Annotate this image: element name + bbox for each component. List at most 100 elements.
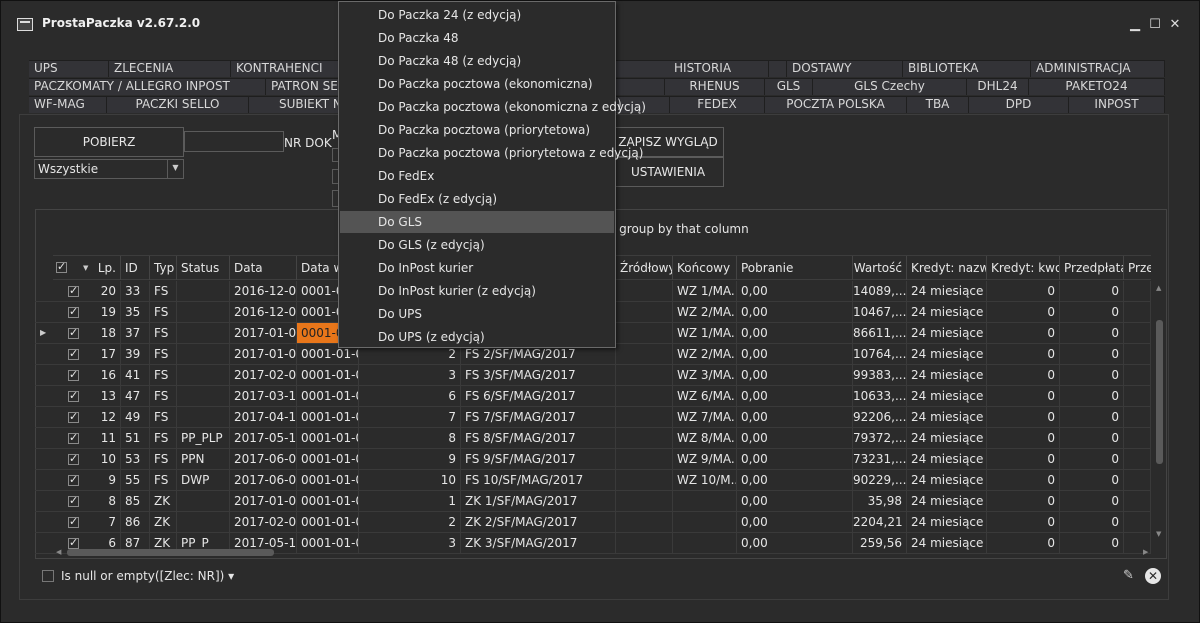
menu-item[interactable]: Do UPS — [340, 303, 614, 325]
cell-id[interactable]: 51 — [121, 428, 150, 448]
cell-pp[interactable]: 0 — [1060, 512, 1124, 532]
row-checkbox[interactable] — [68, 431, 79, 444]
menu-item[interactable]: Do FedEx (z edycją) — [340, 188, 614, 210]
cell-dok[interactable]: ZK 2/SF/MAG/2017 — [461, 512, 616, 532]
cell-kn[interactable]: 24 miesiące — [907, 470, 987, 490]
cell-wart[interactable]: 86611,... — [853, 323, 907, 343]
tab-dostawy[interactable]: DOSTAWY — [787, 60, 903, 77]
cell-id[interactable]: 49 — [121, 407, 150, 427]
cell-konc[interactable]: WZ 1/MA... — [673, 323, 737, 343]
cell-pobr[interactable]: 0,00 — [737, 491, 853, 511]
cell-pp[interactable]: 0 — [1060, 428, 1124, 448]
cell-lp[interactable]: 18 — [95, 323, 121, 343]
cell-dok[interactable]: ZK 1/SF/MAG/2017 — [461, 491, 616, 511]
cell-konc[interactable]: WZ 1/MA... — [673, 281, 737, 301]
minimize-button[interactable]: ▁ — [1127, 17, 1143, 33]
cell-pobr[interactable]: 0,00 — [737, 323, 853, 343]
cell-id[interactable]: 47 — [121, 386, 150, 406]
cell-nr[interactable]: 1 — [421, 491, 461, 511]
menu-item[interactable]: Do Paczka 48 (z edycją) — [340, 50, 614, 72]
horizontal-scrollbar[interactable]: ◀ ▶ — [53, 546, 1153, 558]
cell-id[interactable]: 33 — [121, 281, 150, 301]
cell-konc[interactable]: WZ 7/MA... — [673, 407, 737, 427]
cell-datawp[interactable]: 0001-01-01 — [297, 386, 359, 406]
cell-datawp[interactable]: 0001-01-01 — [297, 428, 359, 448]
cell-datawp[interactable]: 0001-01-01 — [297, 407, 359, 427]
tab-hidden-2[interactable] — [615, 78, 665, 95]
vertical-scroll-thumb[interactable] — [1156, 320, 1163, 464]
cell-kk[interactable]: 0 — [987, 428, 1060, 448]
menu-item[interactable]: Do Paczka pocztowa (ekonomiczna z edycją… — [340, 96, 646, 118]
cell-typ[interactable]: FS — [150, 302, 177, 322]
cell-data[interactable]: 2017-02-06 — [230, 512, 297, 532]
col-przedplata[interactable]: Przedpłata — [1060, 256, 1124, 280]
cell-kn[interactable]: 24 miesiące — [907, 281, 987, 301]
cell-typ[interactable]: ZK — [150, 512, 177, 532]
cell-lp[interactable]: 16 — [95, 365, 121, 385]
col-pobranie[interactable]: Pobranie — [737, 256, 853, 280]
tab-inpost[interactable]: INPOST — [1069, 96, 1165, 113]
row-checkbox[interactable] — [68, 326, 79, 339]
cell-zr[interactable] — [616, 470, 673, 490]
cell-id[interactable]: 39 — [121, 344, 150, 364]
row-checkbox[interactable] — [68, 368, 79, 381]
cell-id[interactable]: 86 — [121, 512, 150, 532]
cell-wart[interactable]: 10764,... — [853, 344, 907, 364]
pencil-icon[interactable]: ✎ — [1123, 568, 1137, 584]
cell-konc[interactable]: WZ 3/MA... — [673, 365, 737, 385]
cell-prz[interactable] — [1124, 386, 1151, 406]
cell-dok[interactable]: FS 3/SF/MAG/2017 — [461, 365, 616, 385]
tab-rhenus[interactable]: RHENUS — [665, 78, 765, 95]
cell-typ[interactable]: FS — [150, 365, 177, 385]
cell-kk[interactable]: 0 — [987, 281, 1060, 301]
col-kredyt-nazwa[interactable]: Kredyt: nazwa — [907, 256, 987, 280]
cell-zr[interactable] — [616, 281, 673, 301]
cell-prz[interactable] — [1124, 470, 1151, 490]
menu-item[interactable]: Do UPS (z edycją) — [340, 326, 614, 348]
cell-prz[interactable] — [1124, 323, 1151, 343]
cell-kn[interactable]: 24 miesiące — [907, 491, 987, 511]
col-id[interactable]: ID — [121, 256, 150, 280]
table-row[interactable]: 1151FSPP_PLP2017-05-140001-01-01 8FS 8/SF… — [35, 428, 1151, 449]
cell-lp[interactable]: 20 — [95, 281, 121, 301]
select-all-checkbox[interactable] — [56, 260, 67, 273]
cell-pobr[interactable]: 0,00 — [737, 470, 853, 490]
clear-filter-icon[interactable]: ✕ — [1145, 568, 1161, 584]
cell-data[interactable]: 2017-05-14 — [230, 428, 297, 448]
cell-data[interactable]: 2017-06-09 — [230, 470, 297, 490]
cell-wart[interactable]: 2204,21 — [853, 512, 907, 532]
cell-nr[interactable]: 6 — [421, 386, 461, 406]
cell-wart[interactable]: 14089,... — [853, 281, 907, 301]
row-checkbox[interactable] — [68, 515, 79, 528]
cell-data[interactable]: 2017-06-06 — [230, 449, 297, 469]
menu-item[interactable]: Do InPost kurier (z edycją) — [340, 280, 614, 302]
cell-nr[interactable]: 10 — [421, 470, 461, 490]
cell-status[interactable] — [177, 302, 230, 322]
row-checkbox[interactable] — [68, 284, 79, 297]
cell-lp[interactable]: 10 — [95, 449, 121, 469]
cell-data[interactable]: 2017-04-10 — [230, 407, 297, 427]
cell-datawp[interactable]: 0001-01-01 — [297, 470, 359, 490]
cell-typ[interactable]: FS — [150, 323, 177, 343]
row-checkbox[interactable] — [68, 410, 79, 423]
cell-kk[interactable]: 0 — [987, 344, 1060, 364]
cell-wart[interactable]: 90229,... — [853, 470, 907, 490]
col-data-wp[interactable]: Data wp — [297, 256, 339, 280]
vertical-scrollbar[interactable]: ▲ ▼ — [1153, 282, 1165, 540]
tab-poczta-polska[interactable]: POCZTA POLSKA — [765, 96, 907, 113]
cell-id[interactable]: 41 — [121, 365, 150, 385]
filter-select[interactable]: Wszystkie ▼ — [34, 159, 184, 179]
cell-konc[interactable] — [673, 512, 737, 532]
col-lp[interactable]: Lp. — [95, 256, 121, 280]
cell-typ[interactable]: FS — [150, 407, 177, 427]
cell-kn[interactable]: 24 miesiące — [907, 302, 987, 322]
cell-wart[interactable]: 79372,... — [853, 428, 907, 448]
cell-konc[interactable]: WZ 6/MA... — [673, 386, 737, 406]
cell-data[interactable]: 2017-03-10 — [230, 386, 297, 406]
cell-prz[interactable] — [1124, 512, 1151, 532]
cell-id[interactable]: 55 — [121, 470, 150, 490]
cell-konc[interactable]: WZ 9/MA... — [673, 449, 737, 469]
cell-lp[interactable]: 13 — [95, 386, 121, 406]
cell-zr[interactable] — [616, 344, 673, 364]
cell-wart[interactable]: 92206,... — [853, 407, 907, 427]
